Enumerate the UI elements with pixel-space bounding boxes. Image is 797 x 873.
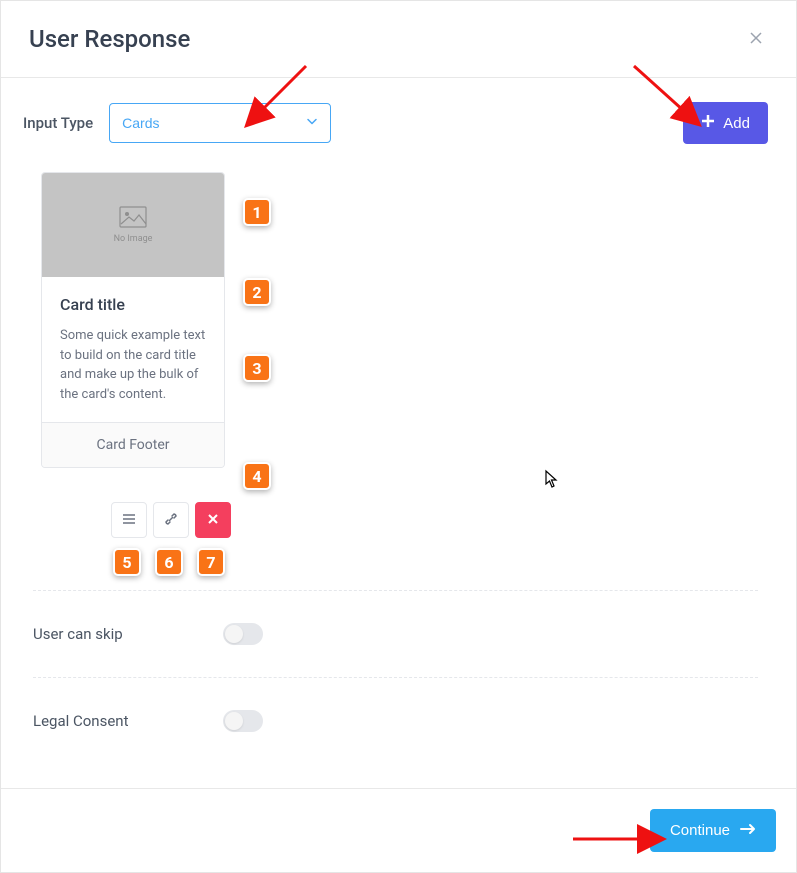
annotation-markers-column: 1 2 3 4 [243,172,271,490]
arrow-right-icon [740,822,756,839]
delete-button[interactable] [195,502,231,538]
legal-toggle[interactable] [223,710,263,732]
card-text: Some quick example text to build on the … [60,326,206,404]
plus-icon [701,114,715,132]
image-icon [119,206,147,232]
card-area: No Image Card title Some quick example t… [41,172,768,490]
link-icon [163,511,179,530]
annotation-marker-4: 4 [243,462,271,490]
skip-toggle[interactable] [223,623,263,645]
input-left: Input Type Cards [23,103,331,143]
close-button[interactable] [744,26,768,53]
continue-button[interactable]: Continue [650,809,776,852]
legal-toggle-label: Legal Consent [33,712,128,730]
link-button[interactable] [153,502,189,538]
input-type-label: Input Type [23,114,93,132]
annotation-marker-5: 5 [113,548,141,576]
input-type-row: Input Type Cards Add [23,102,768,144]
close-icon [748,34,764,49]
card-actions [111,502,768,538]
modal-footer: Continue [1,788,796,872]
reorder-button[interactable] [111,502,147,538]
menu-icon [121,511,137,530]
close-icon [205,511,221,530]
input-type-select[interactable]: Cards [109,103,331,143]
skip-toggle-label: User can skip [33,625,123,643]
card-body: Card title Some quick example text to bu… [42,277,224,422]
legal-toggle-row: Legal Consent [23,692,273,750]
annotation-marker-6: 6 [155,548,183,576]
annotation-marker-1: 1 [243,198,271,226]
input-type-select-wrap: Cards [109,103,331,143]
modal-header: User Response [1,1,796,78]
divider [33,590,758,591]
add-button-label: Add [723,115,750,132]
annotation-markers-row: 5 6 7 [113,548,768,576]
divider [33,677,758,678]
annotation-marker-7: 7 [197,548,225,576]
annotation-marker-3: 3 [243,354,271,382]
card-footer: Card Footer [42,422,224,467]
modal-body: Input Type Cards Add No Image [1,78,796,770]
card: No Image Card title Some quick example t… [41,172,225,468]
modal-title: User Response [29,25,190,53]
annotation-marker-2: 2 [243,278,271,306]
cursor-icon [544,469,560,493]
skip-toggle-row: User can skip [23,605,273,663]
add-button[interactable]: Add [683,102,768,144]
continue-button-label: Continue [670,822,730,839]
card-image-placeholder[interactable]: No Image [42,173,224,277]
card-title: Card title [60,295,206,314]
no-image-label: No Image [114,234,153,244]
